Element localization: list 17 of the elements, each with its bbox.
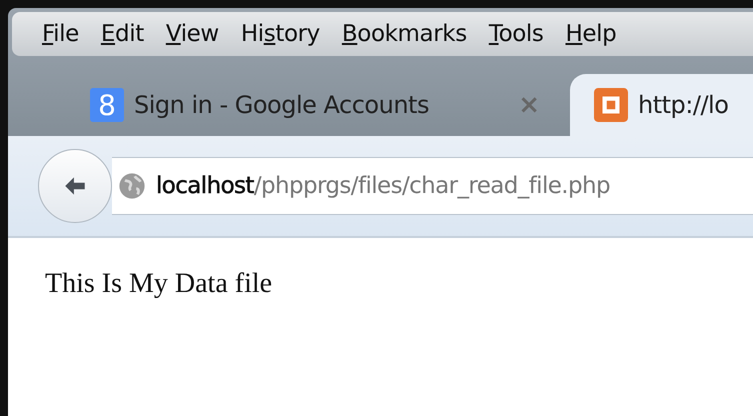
menu-item[interactable]: Help [557,21,624,47]
menu-item[interactable]: Tools [480,21,552,47]
menu-item[interactable]: History [232,21,328,47]
tab-title: Sign in - Google Accounts [134,91,430,119]
site-icon: 8 [90,88,124,122]
menu-item[interactable]: File [34,21,87,47]
menu-item[interactable]: Edit [92,21,152,47]
globe-icon [118,172,146,200]
menu-item[interactable]: Bookmarks [334,21,475,47]
address-field[interactable]: localhost/phpprgs/files/char_read_file.php [112,157,753,215]
page-text: This Is My Data file [45,268,274,300]
tab-title: http://lo [638,91,730,119]
site-icon [594,88,628,122]
browser-tab[interactable]: 8 Sign in - Google Accounts × [78,74,568,136]
url-text: localhost/phpprgs/files/char_read_file.php [156,173,610,199]
browser-tab[interactable]: http://lo [570,74,753,136]
menu-item[interactable]: View [158,21,227,47]
